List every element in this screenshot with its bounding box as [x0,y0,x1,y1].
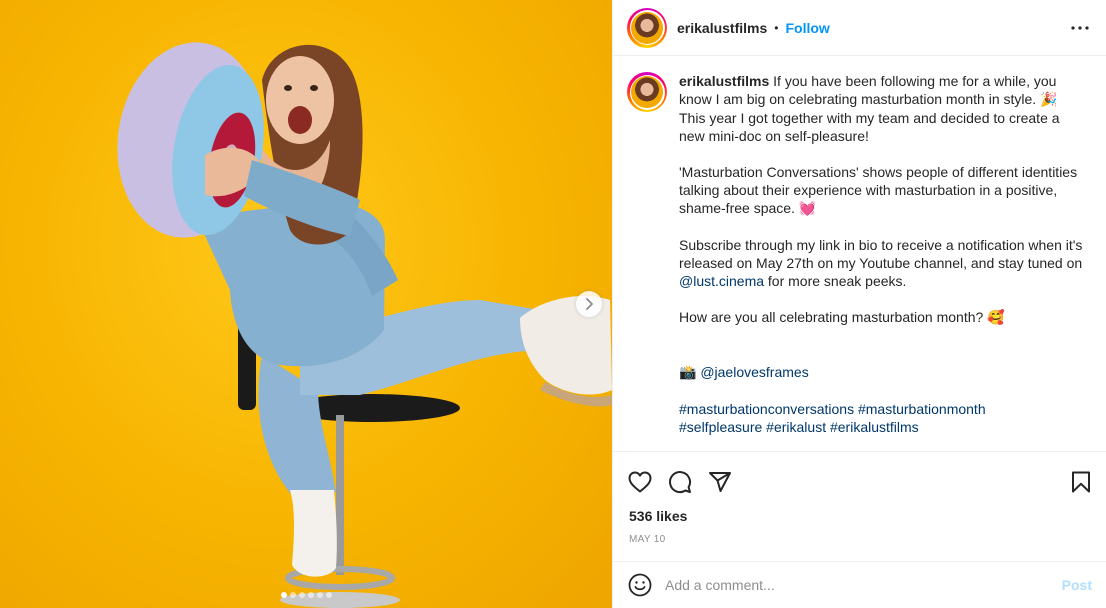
caption-photo-credit: 📸 @jaelovesframes [679,363,1087,382]
caption-area: erikalustfilms If you have been followin… [613,56,1106,452]
comment-bar: Post [613,562,1106,608]
more-options-icon [1071,25,1089,30]
mention-jaelovesframes[interactable]: @jaelovesframes [700,364,808,380]
header-username[interactable]: erikalustfilms [677,20,767,36]
smiley-icon [628,573,652,597]
carousel-dot [298,592,305,598]
like-button[interactable] [625,467,655,497]
caption-hashtags: #masturbationconversations #masturbation… [679,400,1087,436]
carousel-dot [289,592,296,598]
likes-count[interactable]: 536 likes [613,506,1106,528]
instagram-post: erikalustfilms • Follow erikalustfilms I… [0,0,1106,608]
avatar-image [631,76,663,108]
comment-input[interactable] [665,577,1062,593]
emoji-button[interactable] [627,572,653,598]
carousel-dot [307,592,314,598]
hashtags-line-1[interactable]: #masturbationconversations #masturbation… [679,401,986,417]
save-button[interactable] [1066,467,1096,497]
post-photo [117,42,612,608]
post-comment-button[interactable]: Post [1062,577,1092,593]
avatar-image [631,11,663,44]
post-media[interactable] [0,0,612,608]
carousel-indicator [0,592,612,598]
share-button[interactable] [705,467,735,497]
header-separator: • [774,20,779,35]
comment-button[interactable] [665,467,695,497]
caption-paragraph-1: erikalustfilms If you have been followin… [679,73,1060,144]
caption-text: erikalustfilms If you have been followin… [679,72,1087,451]
caption-paragraph-2: 'Masturbation Conversations' shows peopl… [679,164,1078,217]
post-header: erikalustfilms • Follow [613,0,1106,56]
party-emoji: 🎉 [1040,92,1058,108]
heart-icon [628,471,652,493]
more-options-button[interactable] [1068,16,1092,40]
carousel-dot [325,592,332,598]
caption-avatar[interactable] [627,72,667,112]
carousel-next-button[interactable] [576,291,602,317]
carousel-dot [316,592,323,598]
avatar[interactable] [627,7,667,48]
mention-lust-cinema[interactable]: @lust.cinema [679,273,764,289]
smiling-face-emoji: 🥰 [987,310,1005,326]
post-date[interactable]: MAY 10 [613,528,1106,562]
caption-username[interactable]: erikalustfilms [679,73,769,89]
hashtags-line-2[interactable]: #selfpleasure #erikalust #erikalustfilms [679,419,919,435]
chevron-right-icon [586,298,593,310]
carousel-dot [280,592,287,598]
share-icon [709,472,731,492]
caption-paragraph-3: Subscribe through my link in bio to rece… [679,237,1083,289]
action-bar [613,458,1106,506]
comment-icon [669,471,692,494]
camera-emoji: 📸 [679,365,697,381]
caption-paragraph-4: How are you all celebrating masturbation… [679,309,1005,326]
bookmark-icon [1072,471,1090,493]
follow-button[interactable]: Follow [785,20,829,36]
post-side-panel: erikalustfilms • Follow erikalustfilms I… [612,0,1106,608]
heart-emoji: 💓 [798,201,817,217]
